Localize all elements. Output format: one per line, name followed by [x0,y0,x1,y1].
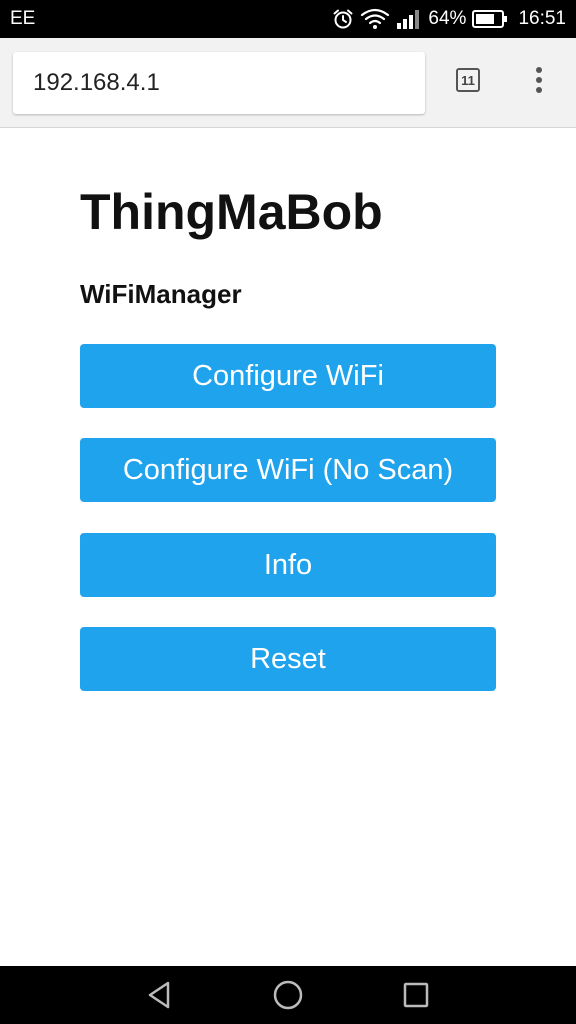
signal-icon [396,8,420,30]
clock: 16:51 [518,8,566,29]
configure-wifi-button[interactable]: Configure WiFi [80,344,496,408]
battery-icon [472,9,508,29]
page-title: ThingMaBob [80,184,383,240]
battery-percent: 64% [428,8,467,29]
overflow-menu-icon[interactable] [527,62,551,98]
page-subtitle: WiFiManager [80,279,242,309]
url-text: 192.168.4.1 [33,69,160,96]
alarm-icon [332,8,354,30]
tab-switcher-icon[interactable]: 11 [456,68,480,92]
web-page: ThingMaBob WiFiManager Configure WiFi Co… [0,128,576,966]
browser-toolbar: 192.168.4.1 11 [0,38,576,128]
tab-count-label: 11 [461,72,475,88]
reset-button[interactable]: Reset [80,627,496,691]
wifi-icon [360,8,390,30]
home-icon[interactable] [271,978,305,1012]
info-button[interactable]: Info [80,533,496,597]
recents-icon[interactable] [399,978,433,1012]
system-nav-bar [0,966,576,1024]
status-icons: 64% 16:51 [332,0,566,38]
status-bar: EE 64% 16:51 [0,0,576,38]
back-icon[interactable] [143,978,177,1012]
address-bar[interactable]: 192.168.4.1 [13,52,425,114]
carrier-label: EE [10,8,36,29]
phone-screen: EE 64% 16:51 192.168.4.1 11 ThingMaBob W… [0,0,576,1024]
configure-wifi-no-scan-button[interactable]: Configure WiFi (No Scan) [80,438,496,502]
